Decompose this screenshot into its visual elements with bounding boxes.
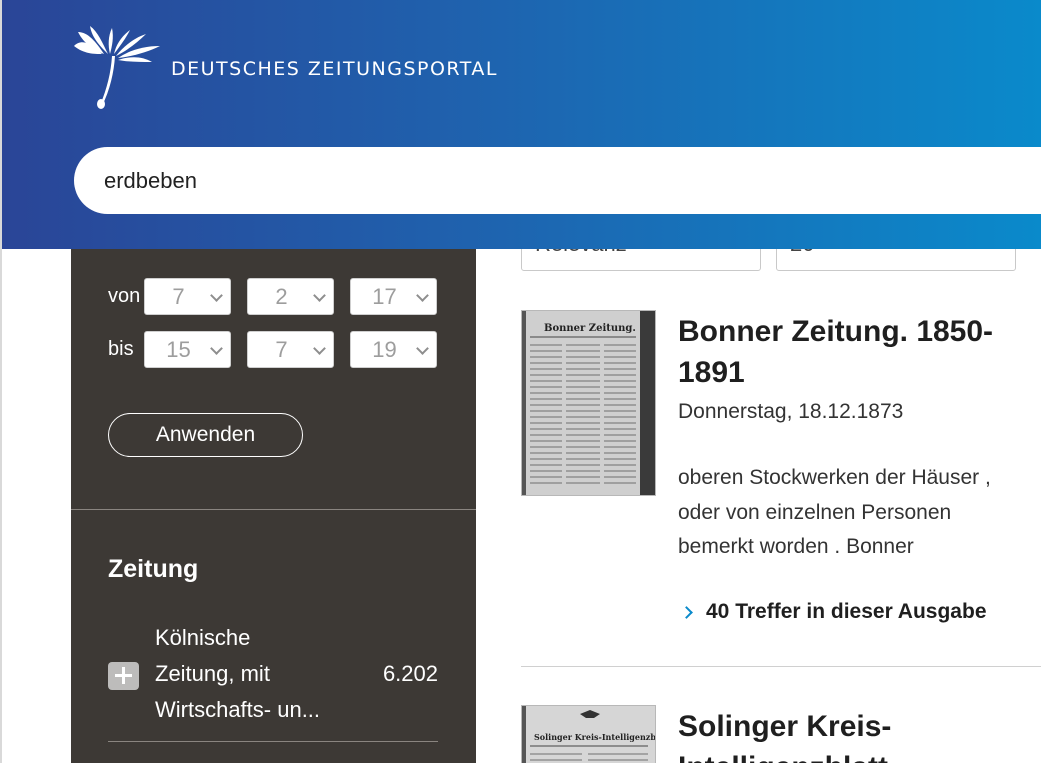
- sidebar-divider: [71, 509, 476, 510]
- facet-title: Zeitung: [108, 555, 199, 583]
- result-title-line: Intelligenzblatt: [678, 747, 891, 763]
- result-divider: [521, 666, 1041, 667]
- facet-item-count: 6.202: [382, 661, 438, 686]
- date-to-row: bis 15 7 19: [108, 331, 453, 368]
- result-date: Donnerstag, 18.12.1873: [678, 400, 904, 423]
- result-hits-link[interactable]: 40 Treffer in dieser Ausgabe: [678, 600, 987, 624]
- result-title[interactable]: Bonner Zeitung. 1850- 1891: [678, 311, 993, 393]
- result-title-line: 1891: [678, 356, 745, 389]
- date-to-label: bis: [108, 338, 134, 360]
- result-title-line: Bonner Zeitung. 1850-: [678, 315, 994, 348]
- search-input[interactable]: erdbeben: [74, 147, 1041, 214]
- facet-item[interactable]: Kölnische Zeitung, mit Wirtschafts- un..…: [108, 620, 438, 725]
- facet-item-label-line: Wirtschafts- un...: [155, 697, 321, 722]
- to-year-value: 19: [372, 336, 397, 362]
- chevron-right-icon: [680, 605, 693, 619]
- result-title[interactable]: Solinger Kreis- Intelligenzblatt: [678, 706, 891, 763]
- facet-item-label: Kölnische Zeitung, mit Wirtschafts- un..…: [155, 620, 355, 728]
- to-year-select[interactable]: 19: [350, 331, 437, 368]
- page: Relevanz 20 von 7 2 17 bis 15: [0, 0, 1041, 763]
- filter-sidebar: von 7 2 17 bis 15 7 19 Anwenden Zeitung …: [71, 200, 476, 763]
- from-month-select[interactable]: 2: [247, 278, 334, 315]
- facet-item-label-line: Zeitung, mit: [155, 661, 270, 686]
- newspaper-page-icon: Solinger Kreis-Intelligenzblatt.: [522, 706, 656, 763]
- to-month-select[interactable]: 7: [247, 331, 334, 368]
- thumb-masthead: Bonner Zeitung.: [544, 323, 636, 334]
- search-input-value: erdbeben: [104, 167, 197, 193]
- result-snippet-line: bemerkt worden . Bonner: [678, 535, 914, 558]
- facet-item-label-line: Kölnische: [155, 625, 251, 650]
- result-snippet-line: oder von einzelnen Personen: [678, 500, 952, 524]
- plus-icon[interactable]: [108, 662, 139, 690]
- result-title-line: Solinger Kreis-: [678, 710, 892, 743]
- from-day-select[interactable]: 7: [144, 278, 231, 315]
- chevron-down-icon: [416, 289, 429, 302]
- thumb-masthead: Solinger Kreis-Intelligenzblatt.: [534, 732, 656, 742]
- facet-divider: [108, 741, 438, 742]
- from-month-value: 2: [275, 283, 288, 309]
- result-thumbnail[interactable]: Solinger Kreis-Intelligenzblatt.: [521, 705, 656, 763]
- chevron-down-icon: [210, 289, 223, 302]
- from-year-select[interactable]: 17: [350, 278, 437, 315]
- from-day-value: 7: [172, 283, 185, 309]
- site-header: DEUTSCHES ZEITUNGSPORTAL erdbeben: [2, 0, 1041, 249]
- date-from-label: von: [108, 285, 141, 307]
- result-thumbnail[interactable]: Bonner Zeitung.: [521, 310, 656, 496]
- newspaper-page-icon: Bonner Zeitung.: [522, 311, 655, 495]
- result-snippet: oberen Stockwerken der Häuser , oder von…: [678, 461, 991, 565]
- chevron-down-icon: [313, 342, 326, 355]
- site-logo-text[interactable]: DEUTSCHES ZEITUNGSPORTAL: [171, 58, 498, 80]
- chevron-down-icon: [210, 342, 223, 355]
- to-day-value: 15: [166, 336, 191, 362]
- result-snippet-line: oberen Stockwerken der Häuser ,: [678, 466, 991, 489]
- date-from-row: von 7 2 17: [108, 278, 453, 315]
- to-month-value: 7: [275, 336, 288, 362]
- from-year-value: 17: [372, 283, 397, 309]
- apply-button[interactable]: Anwenden: [108, 413, 303, 457]
- chevron-down-icon: [416, 342, 429, 355]
- result-hits-label: 40 Treffer in dieser Ausgabe: [706, 600, 987, 623]
- dandelion-logo-icon[interactable]: [72, 24, 168, 114]
- chevron-down-icon: [313, 289, 326, 302]
- to-day-select[interactable]: 15: [144, 331, 231, 368]
